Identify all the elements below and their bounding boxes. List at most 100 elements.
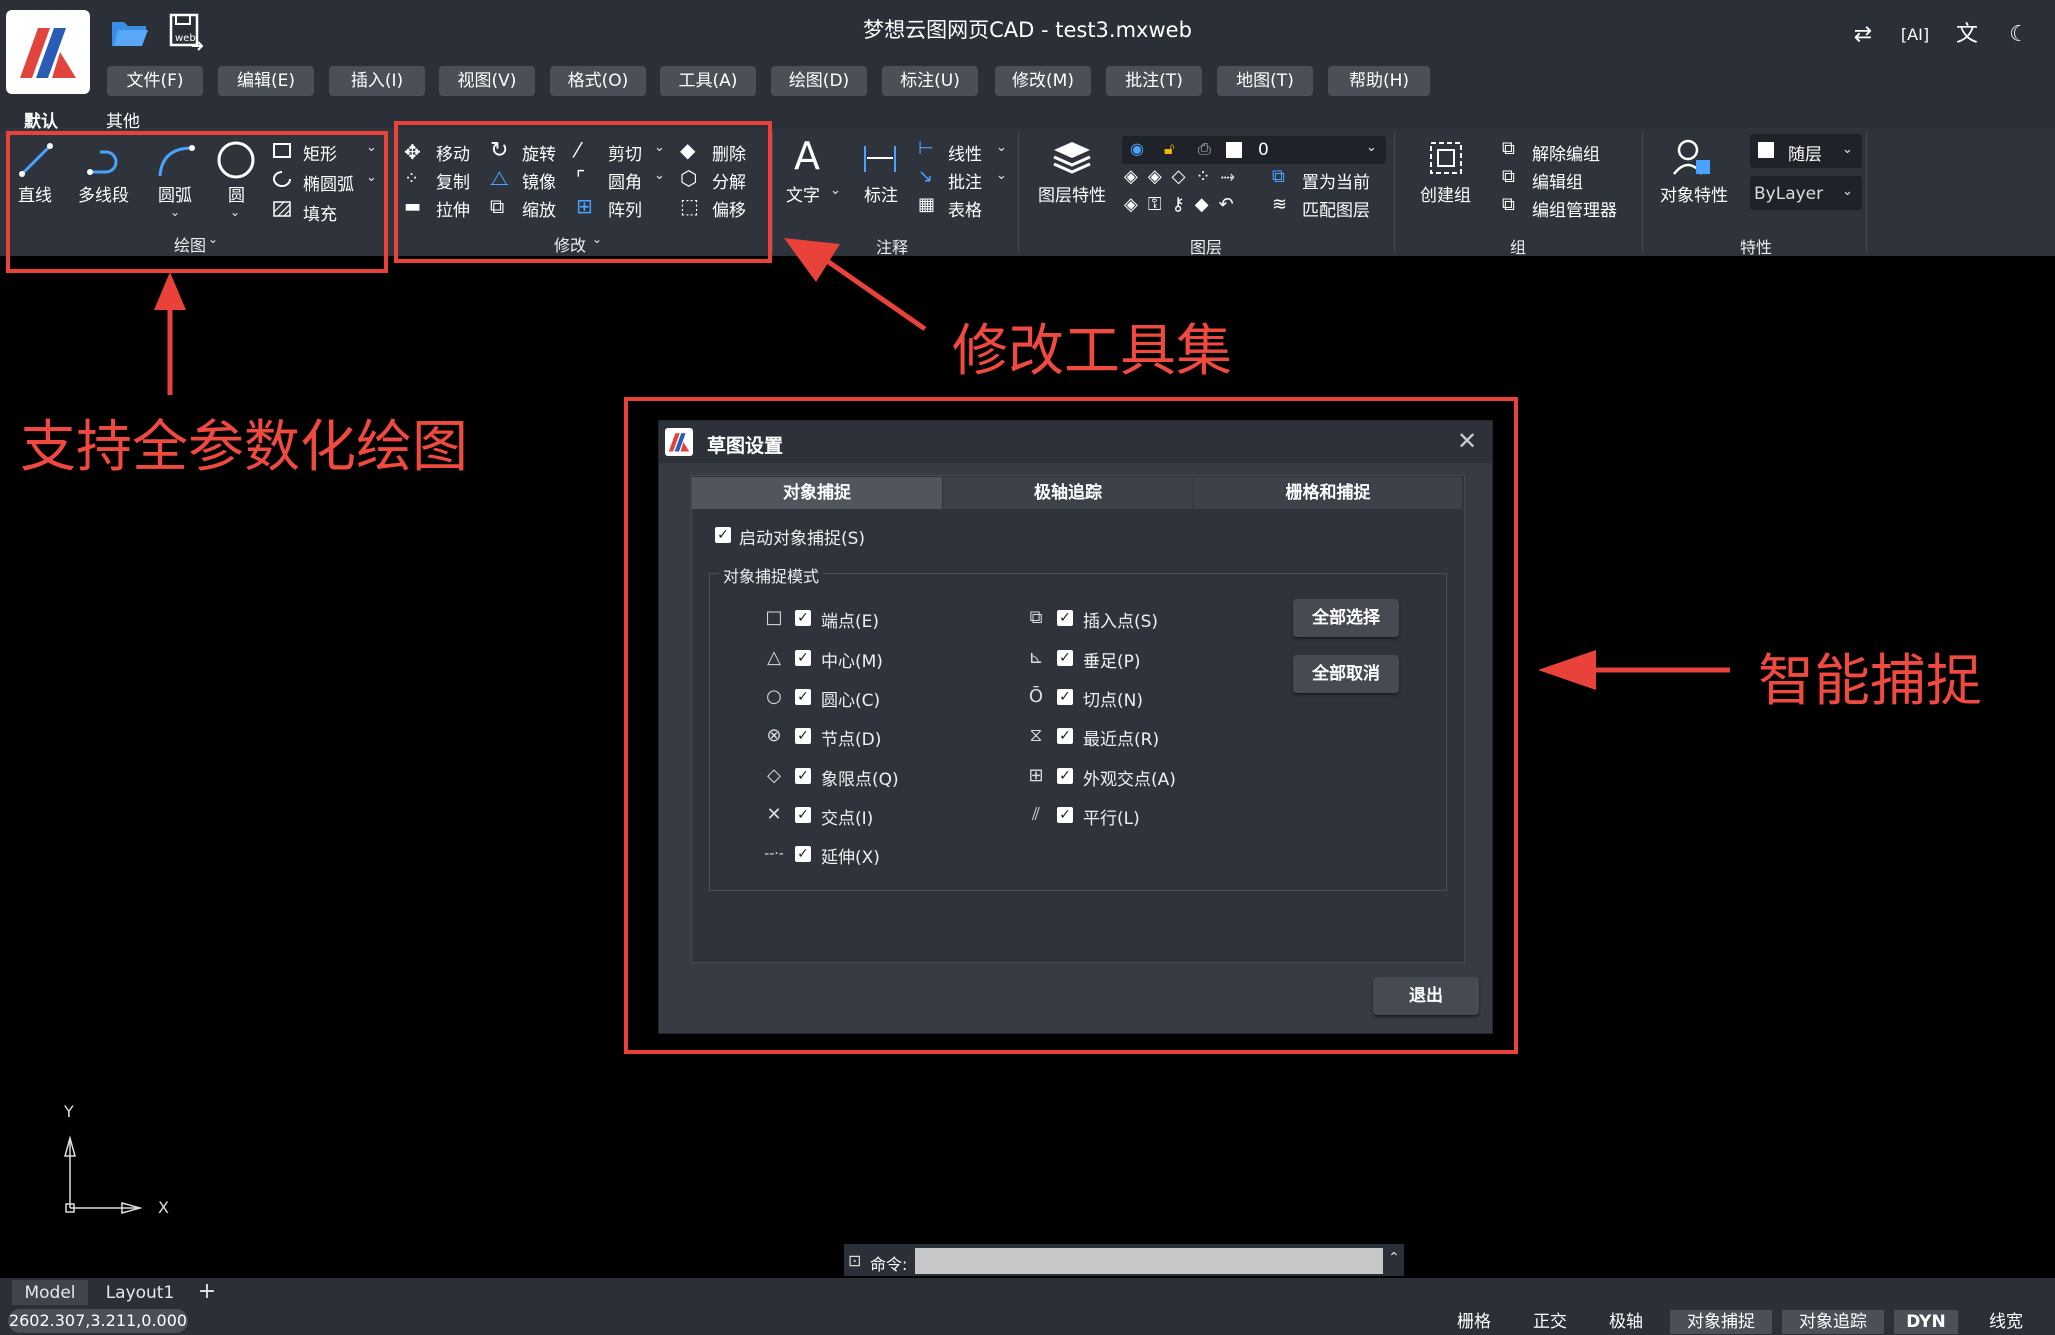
add-layout-button[interactable]: + [190,1278,224,1306]
snap-arrow [1538,650,1730,690]
apparent-intersection-checkbox[interactable]: ✓ [1057,768,1073,784]
object-props-icon [1672,138,1712,180]
status-grid[interactable]: 栅格 [1444,1310,1504,1334]
layer-tools-row1-icons[interactable]: ◈◈◇⁘⤑ [1124,166,1245,187]
linear-dropdown-icon[interactable]: ⌄ [996,140,1007,155]
snap-annotation: 智能捕捉 [1758,649,1982,714]
edit-group-button[interactable]: 编辑组 [1532,168,1583,193]
status-object-track[interactable]: 对象追踪 [1782,1310,1884,1334]
menu-modify[interactable]: 修改(M) [995,66,1091,96]
nearest-checkbox[interactable]: ✓ [1057,728,1073,744]
ungroup-button[interactable]: 解除编组 [1532,140,1600,165]
text-dropdown-icon[interactable]: ⌄ [830,183,841,198]
linear-button[interactable]: 线性 [948,140,982,165]
intersection-snap-icon: ✕ [766,804,782,825]
tangent-checkbox[interactable]: ✓ [1057,689,1073,705]
menu-annotate[interactable]: 批注(T) [1106,66,1202,96]
command-label: 命令: [870,1255,908,1274]
switch-icon[interactable]: ⇄ [1846,18,1880,52]
axis-x-label: X [158,1198,169,1217]
layer-props-button[interactable]: 图层特性 [1038,181,1106,206]
dimension-icon [862,144,898,178]
ribbon-tab-default[interactable]: 默认 [24,107,58,132]
apparent-intersection-label: 外观交点(A) [1083,770,1176,790]
nearest-snap-icon: ⧖ [1029,725,1043,746]
perpendicular-checkbox[interactable]: ✓ [1057,650,1073,666]
layer-dropdown-icon[interactable]: ⌄ [1366,140,1377,155]
object-props-button[interactable]: 对象特性 [1660,181,1728,206]
insertion-label: 插入点(S) [1083,612,1159,632]
layer-unlock-icon: 🔓︎ [1164,139,1175,158]
tab-model[interactable]: Model [12,1280,88,1306]
group-manager-button[interactable]: 编组管理器 [1532,196,1617,221]
dialog-logo [665,428,693,456]
ribbon-separator [1866,132,1867,252]
tab-layout1[interactable]: Layout1 [98,1280,182,1306]
status-polar[interactable]: 极轴 [1596,1310,1656,1334]
group-manager-icon: ⧉ [1502,194,1515,215]
status-dyn[interactable]: DYN [1894,1310,1958,1334]
menu-edit[interactable]: 编辑(E) [218,66,314,96]
draw-annotation: 支持全参数化绘图 [20,415,468,480]
node-checkbox[interactable]: ✓ [795,728,811,744]
dialog-title: 草图设置 [707,435,784,457]
leader-button[interactable]: 批注 [948,168,982,193]
status-object-snap[interactable]: 对象捕捉 [1670,1310,1772,1334]
ribbon-tab-other[interactable]: 其他 [106,107,140,132]
command-input[interactable] [915,1248,1383,1274]
select-all-button[interactable]: 全部选择 [1293,599,1399,637]
tab-grid-snap[interactable]: 栅格和捕捉 [1194,477,1462,509]
text-button[interactable]: 文字 [786,181,820,206]
menu-view[interactable]: 视图(V) [439,66,535,96]
leader-dropdown-icon[interactable]: ⌄ [996,168,1007,183]
center-checkbox[interactable]: ✓ [795,689,811,705]
translate-icon[interactable]: 文 [1950,18,1984,52]
create-group-button[interactable]: 创建组 [1420,181,1471,206]
table-button[interactable]: 表格 [948,196,982,221]
menu-map[interactable]: 地图(T) [1217,66,1313,96]
linetype-dropdown-icon[interactable]: ⌄ [1842,184,1853,199]
perpendicular-snap-icon: ⊾ [1028,647,1044,668]
endpoint-checkbox[interactable]: ✓ [795,610,811,626]
menu-format[interactable]: 格式(O) [550,66,646,96]
exit-button[interactable]: 退出 [1373,977,1479,1015]
tangent-snap-icon: Ō [1028,686,1044,707]
insertion-checkbox[interactable]: ✓ [1057,610,1073,626]
clear-all-button[interactable]: 全部取消 [1293,655,1399,693]
parallel-checkbox[interactable]: ✓ [1057,807,1073,823]
close-icon[interactable]: ✕ [1457,427,1477,455]
status-lineweight[interactable]: 线宽 [1976,1310,2036,1334]
menu-draw[interactable]: 绘图(D) [771,66,867,96]
midpoint-checkbox[interactable]: ✓ [795,650,811,666]
menu-file[interactable]: 文件(F) [107,66,203,96]
menu-dimension[interactable]: 标注(U) [882,66,978,96]
intersection-checkbox[interactable]: ✓ [795,807,811,823]
layer-tools-row2-icons[interactable]: ◈⚿⚷◆↶ [1124,194,1244,215]
command-history-icon[interactable]: ⌃ [1388,1250,1400,1266]
layer-select[interactable] [1122,136,1386,164]
tab-object-snap[interactable]: 对象捕捉 [692,477,942,509]
enable-snap-checkbox[interactable]: ✓ [715,527,731,543]
extension-checkbox[interactable]: ✓ [795,846,811,862]
tab-polar-tracking[interactable]: 极轴追踪 [943,477,1193,509]
parallel-label: 平行(L) [1083,809,1140,829]
color-dropdown-icon[interactable]: ⌄ [1842,142,1853,157]
dimension-button[interactable]: 标注 [864,181,898,206]
ai-icon[interactable]: [AI] [1898,18,1932,52]
layer-group-label: 图层 [1189,238,1222,257]
nearest-label: 最近点(R) [1083,730,1160,750]
ribbon-separator [772,132,773,252]
terminal-icon: ⊡ [848,1251,862,1270]
status-ortho[interactable]: 正交 [1520,1310,1580,1334]
midpoint-label: 中心(M) [821,652,883,672]
theme-moon-icon[interactable]: ☾ [2002,18,2036,52]
menu-help[interactable]: 帮助(H) [1328,66,1430,96]
tangent-label: 切点(N) [1083,691,1143,711]
menu-tools[interactable]: 工具(A) [660,66,756,96]
modify-highlight-box [394,121,772,263]
menu-insert[interactable]: 插入(I) [329,66,425,96]
match-layer-button[interactable]: 匹配图层 [1302,196,1370,221]
window-title: 梦想云图网页CAD - test3.mxweb [863,18,1192,42]
quadrant-checkbox[interactable]: ✓ [795,768,811,784]
set-current-button[interactable]: 置为当前 [1302,168,1370,193]
